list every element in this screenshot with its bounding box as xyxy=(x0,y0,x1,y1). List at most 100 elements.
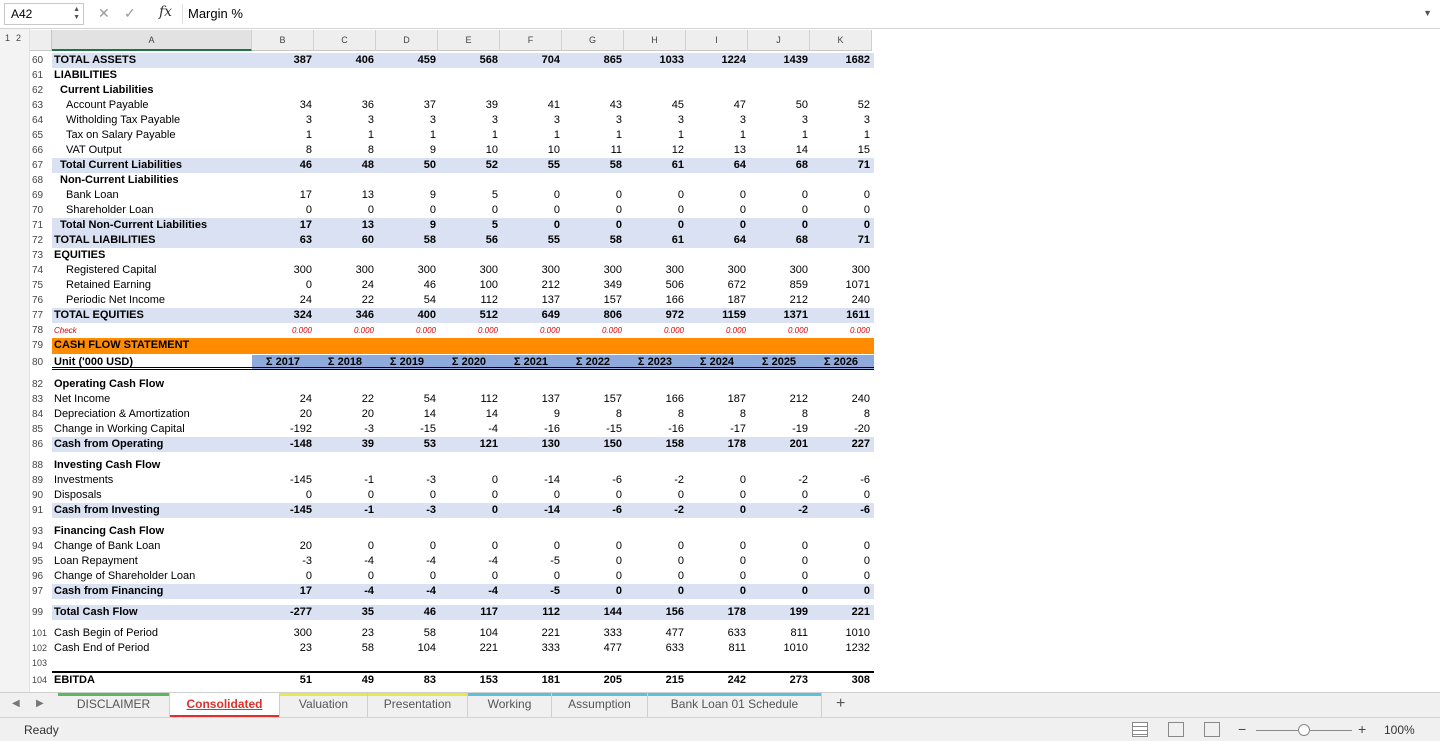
value-cell[interactable]: -192 xyxy=(252,422,314,437)
value-cell[interactable]: 0.000 xyxy=(500,323,562,338)
value-cell[interactable]: 51 xyxy=(252,673,314,688)
value-cell[interactable]: 0 xyxy=(748,218,810,233)
label-cell[interactable]: Unit ('000 USD) xyxy=(52,355,252,370)
value-cell[interactable]: 61 xyxy=(624,158,686,173)
value-cell[interactable]: -2 xyxy=(624,503,686,518)
value-cell[interactable]: 1 xyxy=(376,128,438,143)
value-cell[interactable]: -6 xyxy=(810,473,872,488)
value-cell[interactable]: 859 xyxy=(748,278,810,293)
label-cell[interactable]: Cash from Financing xyxy=(52,584,252,599)
value-cell[interactable]: 61 xyxy=(624,233,686,248)
label-cell[interactable]: Check xyxy=(52,323,252,338)
value-cell[interactable]: 1611 xyxy=(810,308,872,323)
value-cell[interactable]: 50 xyxy=(748,98,810,113)
value-cell[interactable]: 39 xyxy=(314,437,376,452)
value-cell[interactable]: 39 xyxy=(438,98,500,113)
zoom-out-icon[interactable]: − xyxy=(1238,721,1246,737)
row-header-64[interactable]: 64 xyxy=(30,113,52,128)
value-cell[interactable]: 0 xyxy=(810,584,872,599)
value-cell[interactable]: 215 xyxy=(624,673,686,688)
value-cell[interactable]: -5 xyxy=(500,554,562,569)
column-header-b[interactable]: B xyxy=(252,30,314,51)
value-cell[interactable]: 1 xyxy=(686,128,748,143)
value-cell[interactable]: 0 xyxy=(500,539,562,554)
value-cell[interactable]: 0 xyxy=(314,203,376,218)
value-cell[interactable]: -2 xyxy=(748,473,810,488)
cancel-icon[interactable]: ✕ xyxy=(98,5,110,22)
value-cell[interactable]: Σ 2019 xyxy=(376,355,438,370)
value-cell[interactable]: 649 xyxy=(500,308,562,323)
value-cell[interactable]: -3 xyxy=(376,473,438,488)
value-cell[interactable]: 0 xyxy=(438,503,500,518)
value-cell[interactable]: 55 xyxy=(500,233,562,248)
sheet-tab-valuation[interactable]: Valuation xyxy=(280,693,368,718)
value-cell[interactable]: 157 xyxy=(562,293,624,308)
value-cell[interactable]: 300 xyxy=(252,626,314,641)
value-cell[interactable]: 8 xyxy=(562,407,624,422)
value-cell[interactable]: 0 xyxy=(562,218,624,233)
confirm-check-icon[interactable]: ✓ xyxy=(124,5,136,22)
value-cell[interactable]: 1010 xyxy=(748,641,810,656)
value-cell[interactable]: -4 xyxy=(438,554,500,569)
value-cell[interactable]: 0.000 xyxy=(686,323,748,338)
value-cell[interactable]: 24 xyxy=(314,278,376,293)
value-cell[interactable]: 8 xyxy=(624,407,686,422)
value-cell[interactable]: 157 xyxy=(562,392,624,407)
value-cell[interactable]: 633 xyxy=(686,626,748,641)
value-cell[interactable]: 3 xyxy=(624,113,686,128)
value-cell[interactable]: 387 xyxy=(252,53,314,68)
value-cell[interactable]: 346 xyxy=(314,308,376,323)
value-cell[interactable]: -4 xyxy=(314,554,376,569)
value-cell[interactable]: 23 xyxy=(252,641,314,656)
value-cell[interactable]: -145 xyxy=(252,473,314,488)
row-header-72[interactable]: 72 xyxy=(30,233,52,248)
value-cell[interactable]: 199 xyxy=(748,605,810,620)
value-cell[interactable]: -6 xyxy=(810,503,872,518)
row-header-61[interactable]: 61 xyxy=(30,68,52,83)
value-cell[interactable]: 71 xyxy=(810,158,872,173)
value-cell[interactable]: 300 xyxy=(810,263,872,278)
value-cell[interactable]: -148 xyxy=(252,437,314,452)
value-cell[interactable]: -16 xyxy=(624,422,686,437)
column-header-f[interactable]: F xyxy=(500,30,562,51)
value-cell[interactable]: 137 xyxy=(500,392,562,407)
label-cell[interactable]: TOTAL ASSETS xyxy=(52,53,252,68)
value-cell[interactable]: 104 xyxy=(376,641,438,656)
value-cell[interactable]: 20 xyxy=(252,407,314,422)
value-cell[interactable]: 1 xyxy=(500,128,562,143)
value-cell[interactable]: 0 xyxy=(562,539,624,554)
value-cell[interactable]: 633 xyxy=(624,641,686,656)
sheet-tab-working[interactable]: Working xyxy=(468,693,552,718)
value-cell[interactable]: 3 xyxy=(438,113,500,128)
value-cell[interactable]: 0 xyxy=(748,569,810,584)
value-cell[interactable]: Σ 2018 xyxy=(314,355,376,370)
value-cell[interactable]: 50 xyxy=(376,158,438,173)
value-cell[interactable]: 24 xyxy=(252,293,314,308)
value-cell[interactable]: 46 xyxy=(376,605,438,620)
value-cell[interactable]: Σ 2022 xyxy=(562,355,624,370)
value-cell[interactable]: -19 xyxy=(748,422,810,437)
value-cell[interactable]: 10 xyxy=(500,143,562,158)
row-header-63[interactable]: 63 xyxy=(30,98,52,113)
value-cell[interactable]: 0 xyxy=(810,539,872,554)
value-cell[interactable]: 1682 xyxy=(810,53,872,68)
normal-view-icon[interactable] xyxy=(1132,722,1148,737)
label-cell[interactable]: TOTAL EQUITIES xyxy=(52,308,252,323)
value-cell[interactable]: 0 xyxy=(686,203,748,218)
value-cell[interactable]: 0.000 xyxy=(252,323,314,338)
value-cell[interactable]: -4 xyxy=(376,554,438,569)
value-cell[interactable]: -4 xyxy=(438,584,500,599)
value-cell[interactable]: 400 xyxy=(376,308,438,323)
value-cell[interactable]: 300 xyxy=(686,263,748,278)
zoom-slider-handle[interactable] xyxy=(1298,724,1310,736)
value-cell[interactable]: 0 xyxy=(500,188,562,203)
row-header-82[interactable]: 82 xyxy=(30,377,52,392)
value-cell[interactable]: 36 xyxy=(314,98,376,113)
sheet-tab-assumption[interactable]: Assumption xyxy=(552,693,648,718)
value-cell[interactable]: 0.000 xyxy=(562,323,624,338)
value-cell[interactable]: 0 xyxy=(624,488,686,503)
label-cell[interactable]: LIABILITIES xyxy=(52,68,252,83)
label-cell[interactable]: VAT Output xyxy=(52,143,252,158)
value-cell[interactable]: 187 xyxy=(686,293,748,308)
value-cell[interactable]: 212 xyxy=(748,392,810,407)
